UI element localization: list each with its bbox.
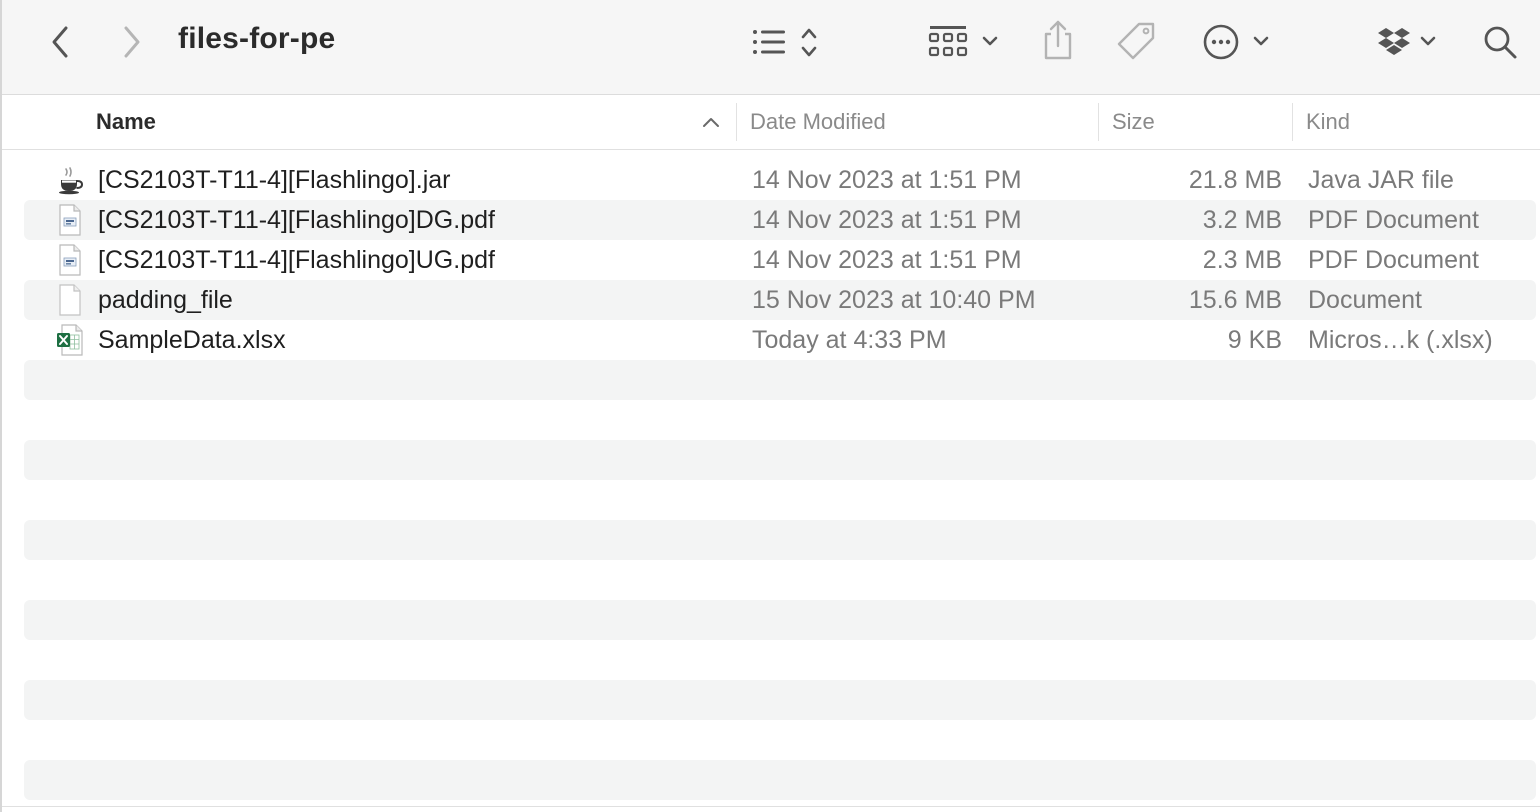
document-icon	[59, 284, 81, 316]
search-button[interactable]	[1480, 22, 1520, 62]
group-button[interactable]	[924, 20, 1004, 64]
bottom-divider	[2, 806, 1540, 807]
file-kind: Micros…k (.xlsx)	[1308, 325, 1493, 354]
ellipsis-circle-icon	[1203, 24, 1269, 60]
share-button[interactable]	[1038, 18, 1078, 62]
file-name: [CS2103T-T11-4][Flashlingo].jar	[98, 165, 451, 194]
file-name: padding_file	[98, 285, 233, 314]
file-date-modified: 14 Nov 2023 at 1:51 PM	[752, 165, 1022, 194]
empty-row-stripe	[24, 760, 1536, 800]
tag-button[interactable]	[1114, 20, 1160, 64]
file-name: [CS2103T-T11-4][Flashlingo]UG.pdf	[98, 245, 495, 274]
column-header: Name Date Modified Size Kind	[2, 95, 1540, 150]
list-view-icon	[753, 28, 817, 57]
more-actions-button[interactable]	[1200, 20, 1276, 64]
file-size: 2.3 MB	[1202, 245, 1282, 274]
forward-button[interactable]	[114, 22, 150, 62]
chevron-left-icon	[52, 26, 68, 58]
file-size: 21.8 MB	[1188, 165, 1282, 194]
empty-row-stripe	[24, 360, 1536, 400]
chevron-right-icon	[124, 26, 140, 58]
share-icon	[1044, 20, 1072, 60]
file-row[interactable]: [CS2103T-T11-4][Flashlingo]UG.pdf 14 Nov…	[24, 240, 1536, 280]
pdf-icon	[59, 204, 81, 236]
empty-row-stripe	[24, 680, 1536, 720]
file-date-modified: 14 Nov 2023 at 1:51 PM	[752, 245, 1022, 274]
jar-icon	[59, 167, 84, 195]
column-kind[interactable]: Kind	[1306, 95, 1350, 149]
file-row[interactable]: SampleData.xlsx Today at 4:33 PM 9 KB Mi…	[24, 320, 1536, 360]
file-name: [CS2103T-T11-4][Flashlingo]DG.pdf	[98, 205, 495, 234]
sort-ascending-icon[interactable]	[700, 111, 722, 133]
file-kind: Document	[1308, 285, 1422, 314]
toolbar: files-for-pe	[2, 0, 1540, 95]
tag-icon	[1117, 22, 1155, 60]
file-kind: PDF Document	[1308, 205, 1479, 234]
column-separator[interactable]	[1098, 103, 1099, 141]
file-size: 15.6 MB	[1188, 285, 1282, 314]
empty-row-stripe	[24, 600, 1536, 640]
column-name[interactable]: Name	[96, 95, 156, 149]
excel-icon	[57, 324, 83, 356]
file-row[interactable]: padding_file 15 Nov 2023 at 10:40 PM 15.…	[24, 280, 1536, 320]
dropbox-button[interactable]	[1374, 20, 1444, 64]
dropbox-icon	[1378, 28, 1436, 55]
column-size[interactable]: Size	[1112, 95, 1155, 149]
file-kind: Java JAR file	[1308, 165, 1454, 194]
finder-window: files-for-pe Name Date Modified Size Kin…	[0, 0, 1540, 812]
back-button[interactable]	[42, 22, 78, 62]
file-row[interactable]: [CS2103T-T11-4][Flashlingo]DG.pdf 14 Nov…	[24, 200, 1536, 240]
column-separator[interactable]	[736, 103, 737, 141]
file-size: 9 KB	[1227, 325, 1282, 354]
file-date-modified: 14 Nov 2023 at 1:51 PM	[752, 205, 1022, 234]
pdf-icon	[59, 244, 81, 276]
file-size: 3.2 MB	[1202, 205, 1282, 234]
column-date-modified[interactable]: Date Modified	[750, 95, 886, 149]
file-name: SampleData.xlsx	[98, 325, 286, 354]
column-separator[interactable]	[1292, 103, 1293, 141]
empty-row-stripe	[24, 440, 1536, 480]
grid-group-icon	[928, 26, 998, 57]
file-kind: PDF Document	[1308, 245, 1479, 274]
file-row[interactable]: [CS2103T-T11-4][Flashlingo].jar 14 Nov 2…	[24, 160, 1536, 200]
window-title: files-for-pe	[178, 22, 336, 55]
empty-row-stripe	[24, 520, 1536, 560]
search-icon	[1484, 26, 1517, 59]
file-date-modified: 15 Nov 2023 at 10:40 PM	[752, 285, 1036, 314]
view-options-button[interactable]	[746, 22, 826, 62]
file-date-modified: Today at 4:33 PM	[752, 325, 947, 354]
